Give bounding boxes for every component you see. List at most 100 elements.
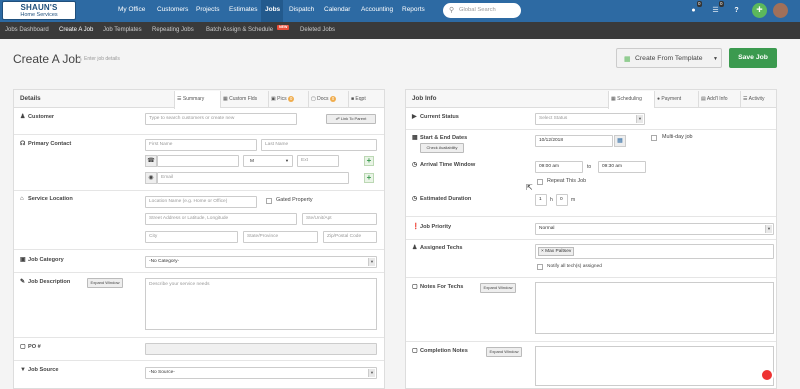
- tab-activity-label: Activity: [748, 96, 765, 102]
- unit-input[interactable]: Ste/Unit/Apt: [302, 213, 377, 225]
- row-divider: [406, 216, 776, 217]
- arrival-from-input[interactable]: 09:00 am: [535, 161, 583, 173]
- nav-my-office[interactable]: My Office: [118, 6, 145, 13]
- chevron-down-icon: ▼: [368, 258, 375, 266]
- job-category-select[interactable]: -No Category- ▼: [145, 256, 377, 268]
- create-from-template-button[interactable]: ▦ Create From Template ▼: [616, 48, 722, 68]
- row-divider: [14, 337, 384, 338]
- zip-input[interactable]: Zip/Postal Code: [323, 231, 377, 243]
- help-icon[interactable]: ?: [731, 5, 742, 16]
- job-description-textarea[interactable]: Describe your service needs: [145, 278, 377, 330]
- status-select[interactable]: Select Status ▼: [535, 113, 645, 125]
- tab-pics[interactable]: ▣ Pics 0: [268, 91, 308, 108]
- subnav-repeating-jobs[interactable]: Repeating Jobs: [152, 27, 194, 33]
- subnav-deleted-jobs[interactable]: Deleted Jobs: [300, 27, 335, 33]
- tab-addl-info[interactable]: ▤ Add'l Info: [698, 91, 740, 108]
- subnav-create-job[interactable]: Create A Job: [59, 27, 93, 33]
- expand-notes-button[interactable]: Expand Window: [480, 283, 516, 293]
- duration-hours-input[interactable]: 1: [535, 194, 547, 206]
- job-source-text: Job Source: [28, 367, 59, 373]
- tab-docs-label: Docs: [317, 96, 329, 102]
- job-source-select[interactable]: -No Source- ▼: [145, 367, 377, 379]
- global-search[interactable]: ⚲ Global Search: [443, 3, 521, 18]
- location-name-input[interactable]: Location Name (e.g. Home or Office): [145, 196, 257, 208]
- primary-contact-text: Primary Contact: [28, 141, 72, 147]
- nav-customers[interactable]: Customers: [157, 6, 188, 13]
- chat-badge: 0: [697, 1, 702, 7]
- contact-card-icon: ☊: [20, 141, 26, 147]
- first-name-input[interactable]: First Name: [145, 139, 257, 151]
- arrival-window-label: ◷ Arrival Time Window: [412, 161, 475, 168]
- brand-name: SHAUN'S: [20, 3, 58, 12]
- multi-day-checkbox[interactable]: [651, 135, 657, 141]
- street-address-input[interactable]: Street Address or Latitude, Longitude: [145, 213, 297, 225]
- gated-property-checkbox[interactable]: [266, 198, 272, 204]
- notify-techs-checkbox[interactable]: [537, 264, 543, 270]
- job-info-panel: Job Info ▦ Scheduling ● Payment ▤ Add'l …: [405, 89, 777, 389]
- multi-day-label: Multi-day job: [662, 134, 693, 140]
- completion-notes-textarea[interactable]: [535, 346, 774, 386]
- nav-jobs[interactable]: Jobs: [265, 6, 280, 13]
- chevron-down-icon: ▼: [285, 158, 289, 163]
- add-email-button[interactable]: +: [364, 173, 374, 183]
- subnav-batch-assign[interactable]: Batch Assign & Schedule: [206, 27, 273, 33]
- check-availability-button[interactable]: Check Availability: [420, 143, 464, 153]
- save-job-button[interactable]: Save Job: [729, 48, 777, 68]
- tab-scheduling[interactable]: ▦ Scheduling: [608, 91, 654, 109]
- expand-description-button[interactable]: Expand Window: [87, 278, 123, 288]
- assigned-techs-input[interactable]: × Max Paltsev: [535, 244, 774, 259]
- expand-completion-notes-button[interactable]: Expand Window: [486, 347, 522, 357]
- arrival-to-input[interactable]: 09:30 am: [598, 161, 646, 173]
- search-icon: ⚲: [449, 7, 455, 14]
- calendar-picker-icon[interactable]: ▦: [614, 135, 626, 147]
- nav-reports[interactable]: Reports: [402, 6, 425, 13]
- brand-logo[interactable]: SHAUN'S Home Services: [2, 1, 76, 20]
- assigned-techs-text: Assigned Techs: [420, 245, 463, 251]
- triangle-right-icon: ▶: [412, 114, 417, 120]
- phone-type-select[interactable]: M ▼: [243, 155, 293, 167]
- tab-custom-fields[interactable]: ▦ Custom Flds: [220, 91, 268, 108]
- tab-summary[interactable]: ☰ Summary: [174, 91, 220, 109]
- eye-icon[interactable]: ◉: [145, 172, 157, 184]
- details-title: Details: [20, 95, 41, 102]
- notes-for-techs-textarea[interactable]: [535, 282, 774, 334]
- link-parent-button[interactable]: ☍ Link To Parent: [326, 114, 376, 124]
- add-phone-button[interactable]: +: [364, 156, 374, 166]
- customer-label-text: Customer: [28, 114, 55, 120]
- nav-projects[interactable]: Projects: [196, 6, 219, 13]
- user-avatar[interactable]: [773, 3, 788, 18]
- tech-tag[interactable]: × Max Paltsev: [538, 247, 575, 256]
- repeat-job-checkbox[interactable]: [537, 179, 543, 185]
- po-input[interactable]: [145, 343, 377, 355]
- city-input[interactable]: City: [145, 231, 238, 243]
- tab-docs[interactable]: ▢ Docs 0: [308, 91, 348, 108]
- job-priority-label: ❗Job Priority: [412, 223, 451, 230]
- nav-estimates[interactable]: Estimates: [229, 6, 258, 13]
- link-parent-label: Link To Parent: [340, 116, 367, 121]
- email-input[interactable]: Email: [157, 172, 349, 184]
- arrival-window-text: Arrival Time Window: [420, 162, 476, 168]
- duration-minutes-input[interactable]: 0: [556, 194, 568, 206]
- tab-activity[interactable]: ☰ Activity: [740, 91, 777, 108]
- ext-input[interactable]: Ext: [297, 155, 339, 167]
- priority-select[interactable]: Normal ▼: [535, 223, 774, 235]
- tab-equipment[interactable]: ■ Eqpt: [348, 91, 385, 108]
- customer-search-input[interactable]: Type to search customers or create new: [145, 113, 297, 125]
- tab-payment[interactable]: ● Payment: [654, 91, 698, 108]
- chevron-down-icon: ▼: [765, 225, 772, 233]
- tab-custom-fields-label: Custom Flds: [229, 96, 258, 102]
- phone-input[interactable]: [157, 155, 239, 167]
- subnav-job-templates[interactable]: Job Templates: [103, 27, 142, 33]
- last-name-input[interactable]: Last Name: [261, 139, 377, 151]
- nav-accounting[interactable]: Accounting: [361, 6, 393, 13]
- new-badge: NEW: [277, 25, 290, 30]
- state-input[interactable]: State/Province: [243, 231, 318, 243]
- quick-add-button[interactable]: +: [752, 3, 767, 18]
- start-date-input[interactable]: 10/12/2018: [535, 135, 613, 147]
- nav-dispatch[interactable]: Dispatch: [289, 6, 314, 13]
- subnav-jobs-dashboard[interactable]: Jobs Dashboard: [5, 27, 49, 33]
- estimated-duration-text: Estimated Duration: [420, 196, 472, 202]
- nav-calendar[interactable]: Calendar: [324, 6, 350, 13]
- start-end-text: Start & End Dates: [420, 135, 468, 141]
- row-divider: [14, 190, 384, 191]
